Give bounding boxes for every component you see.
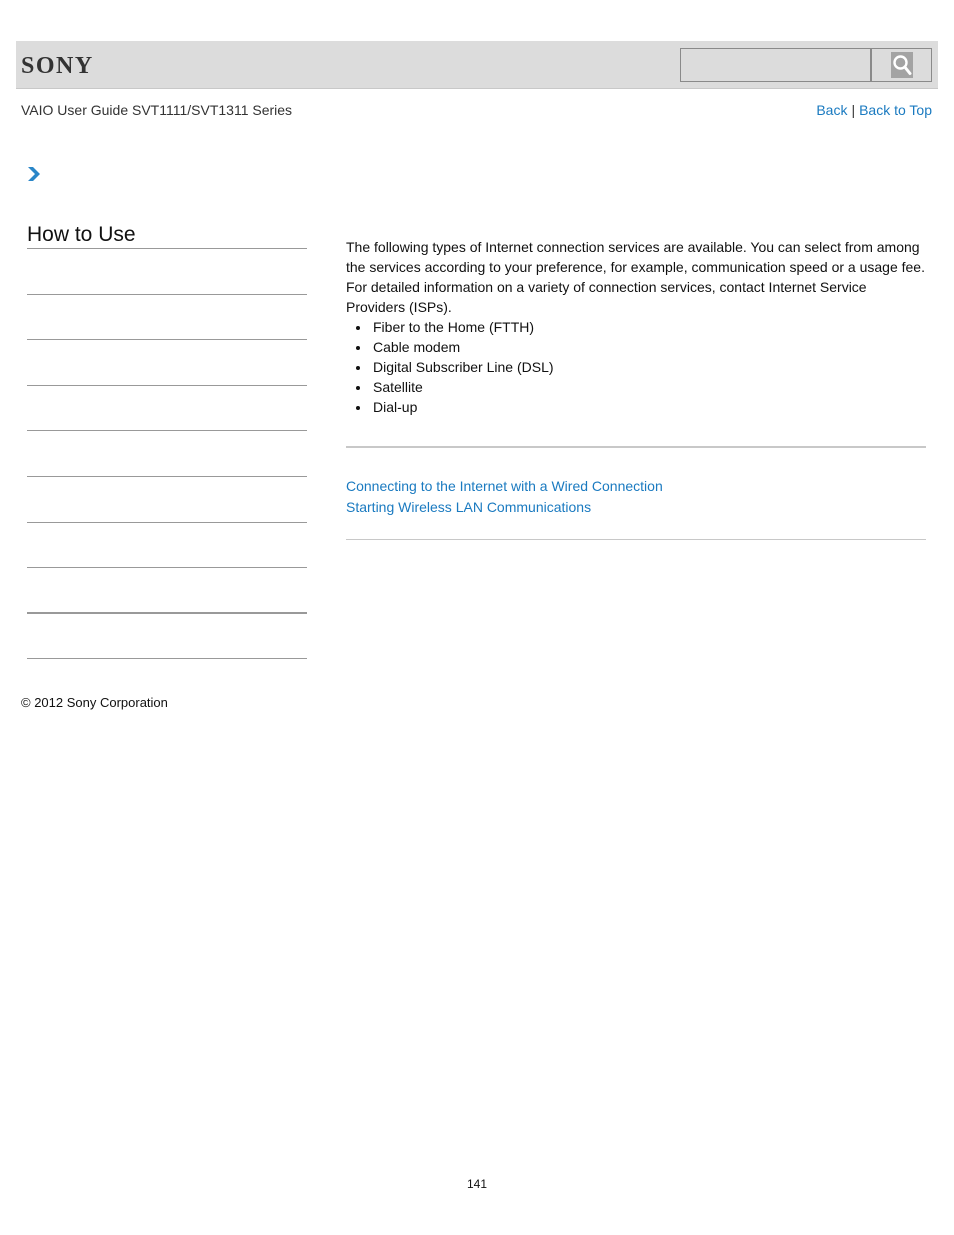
related-link-wireless-lan[interactable]: Starting Wireless LAN Communications	[346, 497, 663, 518]
sidebar: How to Use	[27, 222, 307, 660]
top-links: Back | Back to Top	[816, 102, 932, 118]
sidebar-item[interactable]	[27, 295, 307, 341]
list-item: Fiber to the Home (FTTH)	[346, 317, 928, 337]
sidebar-item[interactable]	[27, 249, 307, 295]
sidebar-item[interactable]	[27, 568, 307, 614]
related-links: Connecting to the Internet with a Wired …	[346, 476, 663, 518]
guide-title: VAIO User Guide SVT1111/SVT1311 Series	[21, 102, 293, 118]
sidebar-item[interactable]	[27, 431, 307, 477]
search-input[interactable]	[681, 49, 872, 81]
intro-paragraph: The following types of Internet connecti…	[346, 239, 925, 315]
bullet-icon	[356, 366, 360, 370]
service-label: Fiber to the Home (FTTH)	[373, 319, 535, 335]
list-item: Dial-up	[346, 397, 928, 417]
list-item: Satellite	[346, 377, 928, 397]
chevron-right-icon	[27, 166, 41, 187]
back-link[interactable]: Back	[816, 102, 847, 118]
service-list: Fiber to the Home (FTTH) Cable modem Dig…	[346, 317, 928, 417]
bullet-icon	[356, 406, 360, 410]
service-label: Digital Subscriber Line (DSL)	[373, 359, 554, 375]
list-item: Digital Subscriber Line (DSL)	[346, 357, 928, 377]
link-separator: |	[851, 102, 856, 118]
copyright: © 2012 Sony Corporation	[21, 695, 168, 710]
header-bar: SONY	[16, 41, 938, 89]
search-button[interactable]	[872, 49, 931, 81]
sony-logo: SONY	[21, 53, 94, 79]
back-to-top-link[interactable]: Back to Top	[859, 102, 932, 118]
page-number: 141	[466, 1177, 488, 1191]
sidebar-item[interactable]	[27, 340, 307, 386]
search-box	[680, 48, 932, 82]
service-label: Cable modem	[373, 339, 461, 355]
bullet-icon	[356, 326, 360, 330]
sidebar-item[interactable]	[27, 523, 307, 569]
bullet-icon	[356, 386, 360, 390]
content-divider	[346, 539, 926, 540]
content-divider	[346, 446, 926, 448]
sidebar-item[interactable]	[27, 386, 307, 432]
search-icon	[890, 52, 913, 78]
service-label: Satellite	[373, 379, 423, 395]
sidebar-item[interactable]	[27, 614, 307, 660]
sidebar-title: How to Use	[27, 222, 307, 249]
main-content: The following types of Internet connecti…	[346, 237, 928, 417]
sidebar-item[interactable]	[27, 477, 307, 523]
related-link-wired-connection[interactable]: Connecting to the Internet with a Wired …	[346, 476, 663, 497]
list-item: Cable modem	[346, 337, 928, 357]
service-label: Dial-up	[373, 399, 418, 415]
bullet-icon	[356, 346, 360, 350]
